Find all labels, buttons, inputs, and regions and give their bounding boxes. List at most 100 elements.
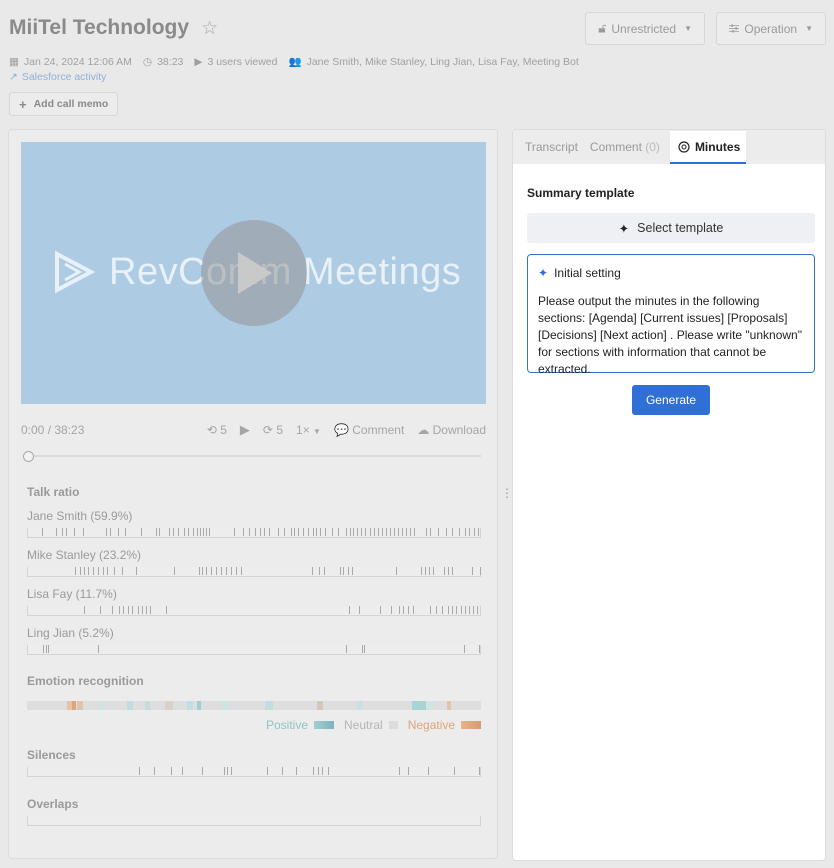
speaker-label: Mike Stanley (23.2%) [27,548,142,562]
meeting-meta: ▦ Jan 24, 2024 12:06 AM ◷ 38:23 ▶ 3 user… [9,55,579,69]
timeline-tick [141,528,142,536]
timeline-tick [46,645,47,653]
timeline-tick [159,528,160,536]
timeline-tick [316,528,317,536]
silences-title: Silences [27,748,76,762]
timeline-tick [480,567,481,575]
comment-button[interactable]: 💬 Comment [334,423,404,437]
add-call-memo-button[interactable]: + Add call memo [9,92,119,116]
plus-icon: + [19,96,27,112]
revcomm-logo-icon [55,250,95,294]
timeline-tick [394,528,395,536]
salesforce-link-label: Salesforce activity [21,71,107,83]
timeline-tick [296,767,297,775]
timeline-tick [459,528,460,536]
rewind-seconds: 5 [220,423,227,437]
overlaps-title: Overlaps [27,797,79,811]
timeline-tick [80,567,81,575]
player-controls: 0:00 / 38:23 ⟲ 5 ▶ ⟳ 5 1× ▼ 💬 Comment ☁ … [21,420,486,440]
emotion-segment [127,701,133,710]
timeline-tick [406,528,407,536]
forward-button[interactable]: ⟳ 5 [263,423,283,437]
salesforce-link[interactable]: ↗ Salesforce activity [9,71,106,83]
caret-down-icon: ▼ [805,24,813,33]
timeline-tick [461,606,462,614]
timeline-tick [477,606,478,614]
sliders-icon [729,24,740,33]
timeline-tick [396,567,397,575]
users-icon: 👥 [288,56,302,68]
side-tabs: Transcript Comment (0) Minutes [513,130,825,164]
timeline-tick [402,528,403,536]
caret-down-icon: ▼ [684,24,692,33]
legend-neutral: Neutral [344,718,383,732]
timeline-tick [433,567,434,575]
timeline-tick [312,567,313,575]
summary-template-label: Summary template [527,186,635,200]
download-button[interactable]: ☁ Download [417,423,486,437]
timeline-tick [231,567,232,575]
page-title: MiiTel Technology ☆ [9,16,218,40]
generate-button[interactable]: Generate [632,385,710,415]
legend-negative: Negative [407,718,456,732]
video-player[interactable]: RevComm Meetings [21,142,486,404]
initial-setting-box[interactable]: ✦ Initial setting Please output the minu… [527,254,815,376]
access-dropdown[interactable]: Unrestricted ▼ [585,12,705,45]
timeline-tick [202,767,203,775]
timeline-tick [62,528,63,536]
tab-comment[interactable]: Comment (0) [584,140,666,164]
timeline-tick [465,528,466,536]
timeline-tick [114,567,115,575]
timeline-tick [84,567,85,575]
speaker-timeline [27,645,481,655]
timeline-tick [200,528,201,536]
tab-minutes[interactable]: Minutes [669,131,747,164]
timeline-tick [209,528,210,536]
forward-seconds: 5 [276,423,284,437]
speed-dropdown[interactable]: 1× ▼ [296,423,321,437]
operation-dropdown[interactable]: Operation ▼ [716,12,826,45]
star-icon[interactable]: ☆ [201,17,218,40]
timeline-tick [320,528,321,536]
timeline-tick [138,606,139,614]
meeting-datetime: Jan 24, 2024 12:06 AM [23,55,132,68]
talk-ratio-title: Talk ratio [27,485,80,499]
timeline-tick [408,767,409,775]
timeline-tick [378,528,379,536]
external-edit-icon: ↗ [9,71,18,83]
timeline-tick [350,528,351,536]
timeline-tick [224,767,225,775]
timeline-tick [346,645,347,653]
timeline-tick [199,567,200,575]
play-circle-icon: ▶ [194,55,203,68]
timeline-tick [188,528,189,536]
seek-bar[interactable] [23,451,481,462]
download-label: Download [432,423,486,437]
emotion-segment [412,701,426,710]
timeline-tick [269,528,270,536]
views-count: 3 users viewed [207,55,278,68]
timeline-tick [128,606,129,614]
tab-transcript[interactable]: Transcript [513,140,584,164]
seek-handle[interactable] [23,451,34,462]
timeline-tick [364,645,365,653]
play-button[interactable]: ▶ [240,422,250,438]
timeline-tick [322,767,323,775]
select-template-button[interactable]: ✦ Select template [527,213,815,243]
timeline-tick [88,567,89,575]
rewind-button[interactable]: ⟲ 5 [207,423,227,437]
timeline-tick [106,528,107,536]
timeline-tick [93,567,94,575]
timeline-tick [203,528,204,536]
timeline-tick [184,528,185,536]
video-play-button[interactable] [201,220,307,326]
comment-label: Comment [352,423,405,437]
sparkle-icon: ✦ [538,266,549,280]
timeline-tick [227,767,228,775]
timeline-tick [348,567,349,575]
timeline-tick [43,645,44,653]
comment-icon: 💬 [333,423,349,437]
timeline-tick [352,567,353,575]
timeline-tick [469,528,470,536]
timeline-tick [452,567,453,575]
